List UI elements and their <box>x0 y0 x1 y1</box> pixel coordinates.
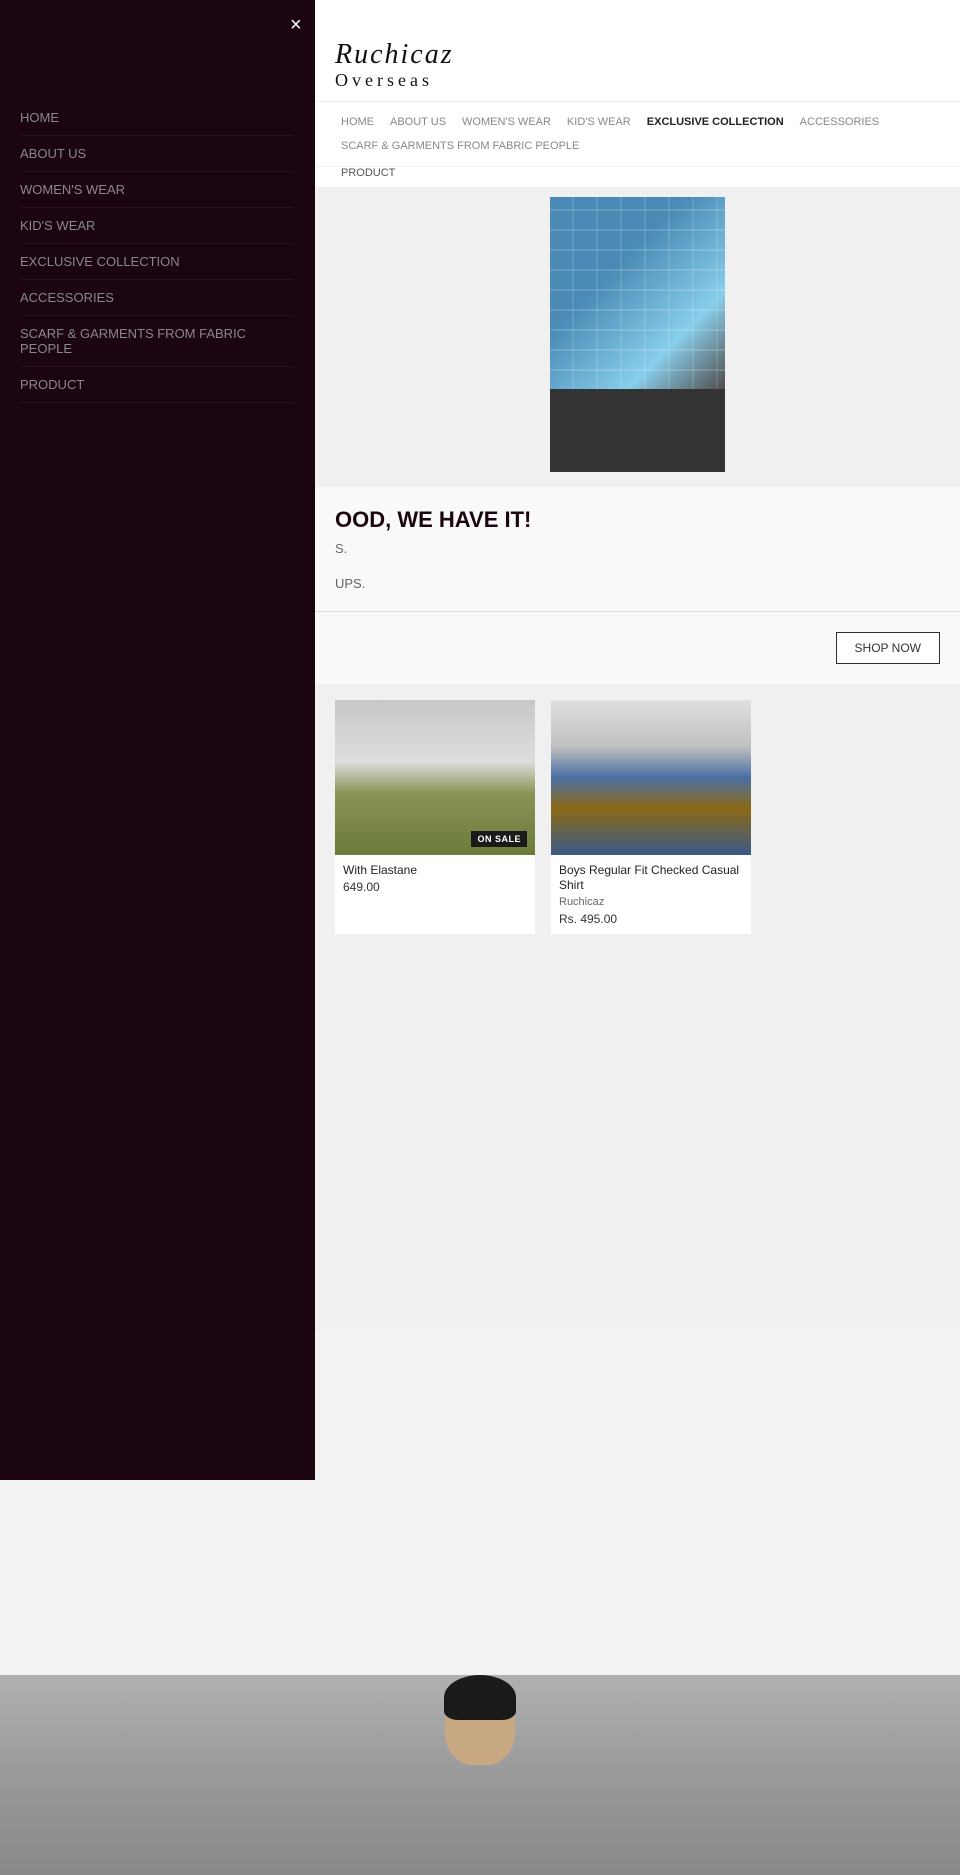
main-nav: HOME ABOUT US WOMEN'S WEAR KID'S WEAR EX… <box>315 102 960 167</box>
hero-desc2: UPS. <box>335 576 940 591</box>
mobile-menu-item-womens[interactable]: WOMEN'S WEAR <box>20 172 295 208</box>
nav-home[interactable]: HOME <box>335 112 380 132</box>
nav-product[interactable]: PRODUCT <box>335 163 401 183</box>
product-name-1: With Elastane <box>343 863 527 879</box>
hero-image <box>550 197 725 472</box>
logo-line2: Overseas <box>335 71 940 91</box>
site-header: Ruchicaz Overseas <box>315 30 960 102</box>
mobile-menu-item-exclusive[interactable]: EXCLUSIVE COLLECTION <box>20 244 295 280</box>
bottom-section <box>0 1675 960 1875</box>
product-price-1: 649.00 <box>343 880 527 894</box>
mobile-menu: HOME ABOUT US WOMEN'S WEAR KID'S WEAR EX… <box>0 80 315 423</box>
product-image-1: ON SALE <box>335 700 535 855</box>
nav-kids-wear[interactable]: KID'S WEAR <box>561 112 637 132</box>
nav-exclusive-collection[interactable]: EXCLUSIVE COLLECTION <box>641 112 790 132</box>
mobile-menu-item-kids[interactable]: KID'S WEAR <box>20 208 295 244</box>
product-brand-2: Ruchicaz <box>559 896 743 908</box>
product-card-2[interactable]: Boys Regular Fit Checked Casual Shirt Ru… <box>551 700 751 934</box>
product-name-2: Boys Regular Fit Checked Casual Shirt <box>559 863 743 894</box>
products-section: ON SALE With Elastane 649.00 Boys Regula… <box>315 684 960 950</box>
mobile-menu-item-accessories[interactable]: ACCESSORIES <box>20 280 295 316</box>
site-logo[interactable]: Ruchicaz Overseas <box>335 40 940 91</box>
product-info-1: With Elastane 649.00 <box>335 855 535 903</box>
mobile-menu-item-product[interactable]: PRODUCT <box>20 367 295 403</box>
logo-line1: Ruchicaz <box>335 39 454 70</box>
nav-row2: PRODUCT <box>315 167 960 187</box>
hero-headline: OOD, WE HAVE IT! <box>335 507 940 533</box>
nav-accessories[interactable]: ACCESSORIES <box>794 112 885 132</box>
mobile-menu-item-home[interactable]: HOME <box>20 100 295 136</box>
mobile-menu-item-about[interactable]: ABOUT US <box>20 136 295 172</box>
nav-about[interactable]: ABOUT US <box>384 112 452 132</box>
product-image-2 <box>551 700 751 855</box>
nav-womens-wear[interactable]: WOMEN'S WEAR <box>456 112 557 132</box>
close-menu-button[interactable]: × <box>290 14 302 37</box>
product-info-2: Boys Regular Fit Checked Casual Shirt Ru… <box>551 855 751 934</box>
product-card-1[interactable]: ON SALE With Elastane 649.00 <box>335 700 535 934</box>
hero-text-section: OOD, WE HAVE IT! S. UPS. <box>315 487 960 611</box>
shop-now-section: SHOP NOW <box>315 611 960 684</box>
shop-now-button[interactable]: SHOP NOW <box>836 632 940 664</box>
top-bar: Log in Create account 🛒 0 Cart <box>630 0 960 30</box>
mobile-menu-item-scarf[interactable]: SCARF & GARMENTS FROM FABRIC PEOPLE <box>20 316 295 367</box>
hero-desc: S. <box>335 541 940 556</box>
sale-badge-1: ON SALE <box>471 831 527 847</box>
spacer-section <box>315 950 960 1330</box>
main-content-area: Log in Create account 🛒 0 Cart Ruchicaz … <box>315 0 960 1330</box>
nav-scarf-garments[interactable]: SCARF & GARMENTS FROM FABRIC PEOPLE <box>335 136 585 156</box>
bottom-person-image <box>420 1675 540 1875</box>
hero-section <box>315 187 960 487</box>
product-price-2: Rs. 495.00 <box>559 912 743 926</box>
